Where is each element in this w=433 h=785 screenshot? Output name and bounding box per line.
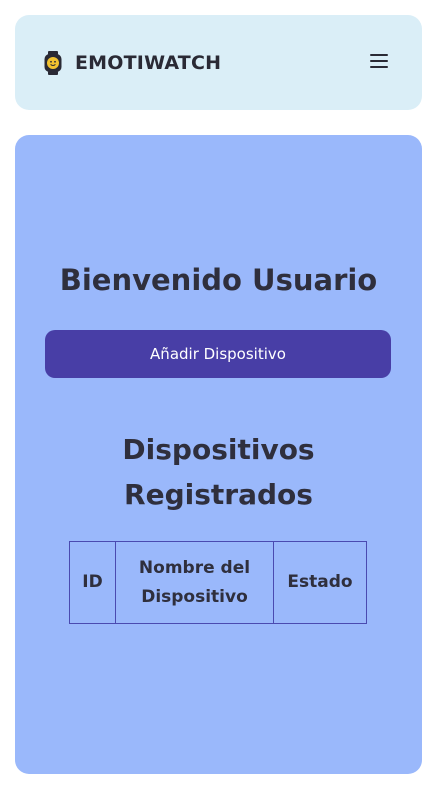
hamburger-menu-icon[interactable]	[370, 52, 388, 70]
smartwatch-icon	[44, 50, 62, 75]
column-header-id-label: ID	[82, 572, 103, 592]
devices-table: ID Nombre del Dispositivo Estado	[69, 541, 367, 624]
registered-devices-heading: Dispositivos Registrados	[15, 427, 422, 517]
welcome-heading: Bienvenido Usuario	[59, 263, 378, 297]
table-header-row: ID Nombre del Dispositivo Estado	[69, 541, 367, 624]
menu-bar	[370, 60, 388, 62]
column-header-id: ID	[69, 541, 116, 624]
column-header-state-label: Estado	[287, 572, 353, 592]
column-header-state: Estado	[273, 541, 367, 624]
section-title-line: Dispositivos	[122, 433, 315, 466]
column-header-name-label: Nombre del	[138, 557, 251, 578]
navbar: EMOTIWATCH	[15, 15, 422, 110]
brand[interactable]: EMOTIWATCH	[43, 15, 221, 110]
section-title-line: Registrados	[124, 478, 313, 511]
column-header-name-label: Dispositivo	[141, 586, 248, 607]
add-device-button[interactable]: Añadir Dispositivo	[45, 330, 391, 378]
column-header-device-name: Nombre del Dispositivo	[115, 541, 274, 624]
brand-name: EMOTIWATCH	[75, 51, 222, 74]
menu-bar	[370, 54, 388, 56]
menu-bar	[370, 66, 388, 68]
main-card: Bienvenido Usuario Añadir Dispositivo Di…	[15, 135, 422, 774]
